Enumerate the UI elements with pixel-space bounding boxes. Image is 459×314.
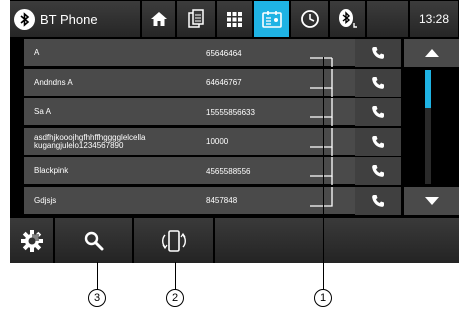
callout-2-leader — [175, 262, 176, 290]
callout-1-leader — [323, 57, 324, 290]
contact-name: Sa A — [34, 107, 51, 116]
scrollbar-thumb[interactable] — [425, 70, 431, 108]
search-button[interactable] — [55, 218, 133, 263]
contact-row[interactable]: asdfhjkooojhgfhhffhgggglelcella kugangju… — [24, 127, 401, 156]
home-button[interactable] — [142, 1, 176, 37]
phone-icon — [372, 194, 384, 207]
callout-3: 3 — [88, 289, 106, 307]
contact-row[interactable]: Gdjsjs 8457848 — [24, 186, 401, 215]
call-button[interactable] — [355, 127, 401, 156]
bracket-tick — [310, 57, 333, 67]
search-icon — [84, 231, 103, 250]
phone-icon — [372, 106, 384, 118]
contact-row[interactable]: Sa A 15555856633 — [24, 98, 401, 126]
top-bar: BT Phone 13:28 — [10, 0, 459, 38]
keypad-button[interactable] — [217, 1, 253, 37]
bluetooth-settings-icon — [338, 9, 357, 28]
contact-name: Blackpink — [34, 166, 69, 175]
bracket-tick — [310, 98, 333, 126]
phonebook-button[interactable] — [177, 1, 216, 37]
call-button[interactable] — [355, 39, 401, 67]
contact-name: asdfhjkooojhgfhhffhgggglelcella kugangju… — [34, 132, 146, 150]
contact-row[interactable]: Andndns A 64646767 — [24, 68, 401, 97]
phone-icon — [372, 76, 384, 89]
contact-number: 10000 — [206, 137, 229, 146]
clock: 13:28 — [410, 1, 459, 37]
recent-calls-button[interactable] — [291, 1, 329, 37]
contact-row[interactable]: A 65646464 — [24, 39, 401, 67]
bt-phone-screen: BT Phone 13:28 A 65646464 Andndns A 6464… — [10, 0, 459, 263]
settings-button[interactable] — [10, 218, 54, 263]
callout-3-leader — [97, 262, 98, 290]
contact-name: A — [34, 48, 40, 57]
keypad-icon — [227, 11, 242, 27]
phone-icon — [372, 165, 384, 177]
home-icon — [150, 12, 167, 26]
scroll-down-button[interactable] — [404, 187, 459, 215]
bluetooth-icon — [14, 8, 35, 30]
phone-icon — [372, 135, 384, 148]
bottom-bar — [10, 218, 459, 263]
contact-number: 64646767 — [206, 78, 242, 87]
contact-row[interactable]: Blackpink 4565588556 — [24, 157, 401, 185]
phone-icon — [372, 47, 384, 59]
scrollbar-track[interactable] — [425, 70, 431, 184]
call-button[interactable] — [355, 186, 401, 215]
bracket-tick — [310, 186, 333, 207]
top-bar-spacer — [367, 1, 409, 37]
settings-icon — [20, 229, 43, 252]
bluetooth-settings-button[interactable] — [330, 1, 366, 37]
app-title-area: BT Phone — [10, 1, 141, 37]
scroll-up-button[interactable] — [404, 39, 459, 67]
contact-number: 4565588556 — [206, 166, 251, 176]
contact-number: 8457848 — [206, 196, 238, 205]
contacts-icon — [261, 11, 282, 28]
phone-sync-button[interactable] — [134, 218, 214, 263]
contact-number: 15555856633 — [206, 107, 255, 117]
call-button[interactable] — [355, 98, 401, 126]
contacts-tab[interactable] — [254, 1, 290, 37]
phone-sync-icon — [161, 229, 186, 252]
contact-name: Gdjsjs — [34, 195, 57, 205]
contact-list: A 65646464 Andndns A 64646767 Sa A 1555585663… — [24, 38, 401, 216]
arrow-down-icon — [424, 197, 439, 205]
callout-2: 2 — [166, 289, 184, 307]
phonebook-icon — [188, 9, 204, 28]
bracket-tick — [310, 127, 333, 156]
call-button[interactable] — [355, 157, 401, 185]
contact-number: 65646464 — [206, 48, 242, 58]
callout-1: 1 — [314, 289, 332, 307]
call-button[interactable] — [355, 68, 401, 97]
arrow-up-icon — [424, 49, 439, 57]
bracket-tick — [310, 157, 333, 185]
contact-name: Andndns A — [34, 77, 73, 87]
recent-calls-icon — [300, 10, 319, 28]
bracket-tick — [310, 68, 333, 97]
bottom-bar-spacer — [215, 218, 459, 263]
app-title: BT Phone — [40, 11, 98, 27]
